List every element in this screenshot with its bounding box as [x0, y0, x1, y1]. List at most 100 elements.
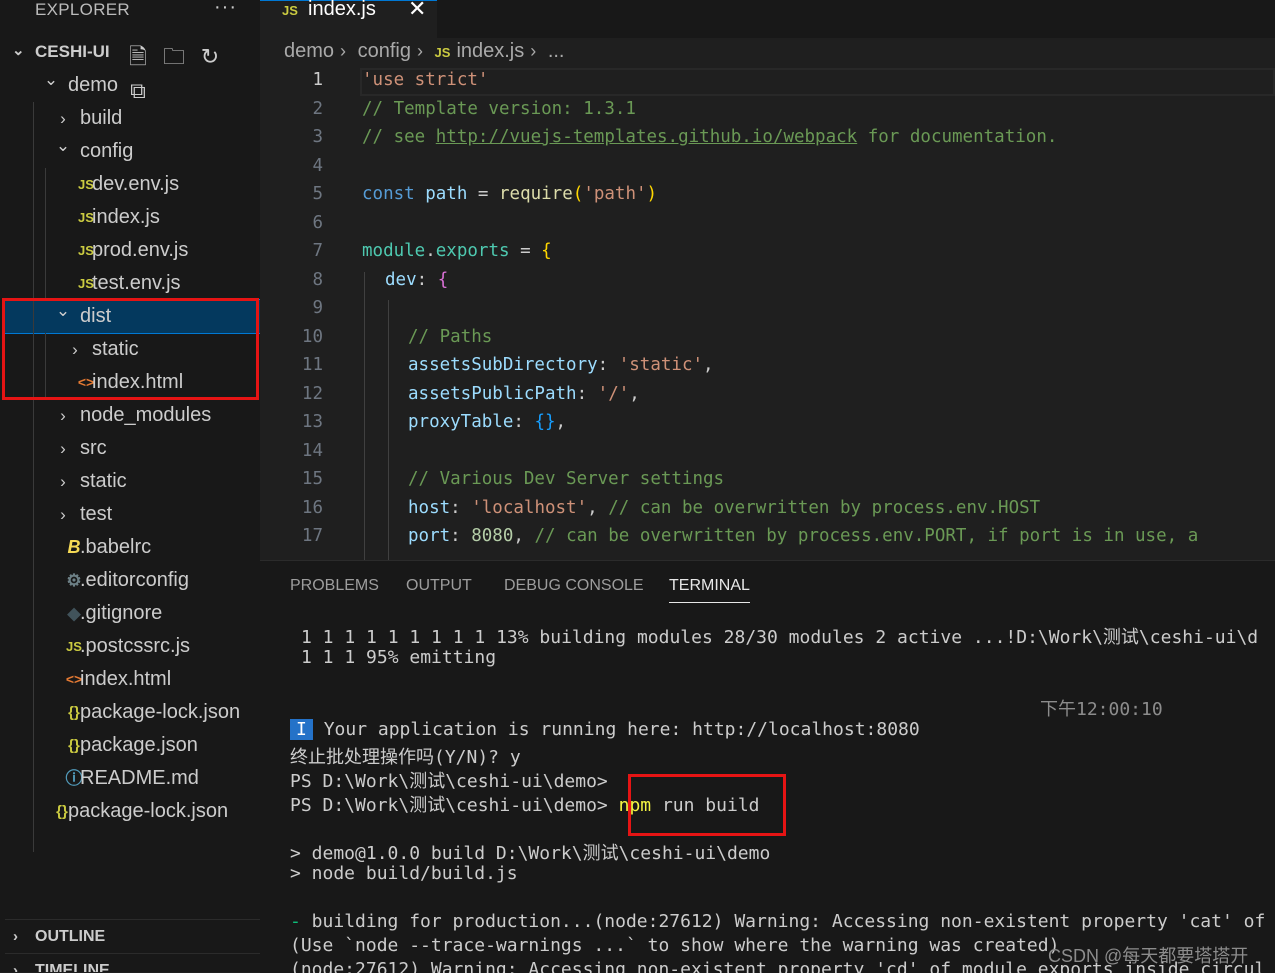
tree-item[interactable]: {} package.json — [5, 729, 260, 762]
current-line-highlight — [360, 68, 1275, 96]
line-number: 4 — [312, 155, 323, 176]
chevron-right-icon: › — [60, 439, 66, 458]
bottom-panel: PROBLEMS OUTPUT DEBUG CONSOLE TERMINAL 1… — [260, 560, 1275, 973]
highlight-box-dist — [2, 298, 259, 400]
tree-item-label: node_modules — [80, 404, 212, 426]
tree-item[interactable]: JS test.env.js — [5, 267, 260, 300]
outline-section[interactable]: › OUTLINE — [5, 919, 260, 954]
line-number: 6 — [312, 212, 323, 233]
chevron-down-icon: ⌄ — [43, 70, 59, 89]
chevron-down-icon: ⌄ — [12, 42, 25, 59]
line-number: 13 — [301, 412, 323, 432]
breadcrumb-index-js[interactable]: index.js — [456, 40, 524, 62]
doc-link[interactable]: http://vuejs-templates.github.io/webpack — [436, 127, 857, 147]
tree-item-label: package.json — [80, 734, 198, 756]
line-number: 5 — [312, 184, 323, 204]
tree-item[interactable]: JS .postcssrc.js — [5, 630, 260, 663]
breadcrumb-config[interactable]: config — [358, 40, 411, 62]
tree-item-label: demo — [68, 74, 119, 96]
tree-item-label: test.env.js — [92, 272, 181, 294]
editor-area: JS index.js ✕ demo › config › JS index.js › … — [260, 0, 1275, 560]
tab-debug-console[interactable]: DEBUG CONSOLE — [504, 577, 644, 595]
explorer-sidebar: EXPLORER ··· ⌄ CESHI-UI 🗎 🗀 ↻⧉ ⌄ demo › build… — [0, 0, 260, 972]
tree-item[interactable]: JS prod.env.js — [5, 234, 260, 267]
tree-item-label: index.html — [80, 668, 172, 690]
tree-indent-guide — [33, 102, 34, 852]
tree-item[interactable]: {} package-lock.json — [5, 795, 260, 828]
code-line-11: assetsSubDirectory: 'static', — [408, 355, 714, 375]
tree-item-label: .gitignore — [80, 602, 163, 624]
chevron-right-icon: › — [60, 472, 66, 491]
tree-item[interactable]: › src — [5, 432, 260, 465]
tree-item-label: prod.env.js — [92, 239, 189, 261]
tree-item[interactable]: JS dev.env.js — [5, 168, 260, 201]
chevron-right-icon: › — [416, 41, 423, 61]
line-number: 16 — [301, 497, 323, 518]
tree-item[interactable]: ⌄ demo — [5, 69, 260, 102]
line-number: 3 — [312, 127, 323, 147]
tab-output[interactable]: OUTPUT — [406, 577, 472, 595]
tree-item-label: index.js — [92, 206, 160, 228]
tree-item[interactable]: <> index.html — [5, 663, 260, 696]
tree-item-label: .editorconfig — [80, 569, 189, 591]
chevron-right-icon: › — [340, 41, 347, 61]
tab-terminal[interactable]: TERMINAL — [669, 577, 750, 603]
tree-item[interactable]: ⌄ config — [5, 135, 260, 168]
line-number: 12 — [301, 383, 323, 404]
tab-label: index.js — [308, 0, 376, 20]
line-number: 2 — [312, 98, 323, 119]
tree-item-label: .babelrc — [80, 536, 152, 558]
line-number: 7 — [312, 241, 323, 261]
tree-item-label: package-lock.json — [68, 800, 229, 822]
chevron-right-icon: › — [530, 41, 537, 61]
tree-item-label: src — [80, 437, 107, 459]
chevron-right-icon: › — [60, 505, 66, 524]
watermark: CSDN @每天都要塔塔开 — [1048, 946, 1249, 966]
indent-guide — [388, 300, 389, 560]
chevron-right-icon: › — [13, 928, 18, 945]
js-file-icon: JS — [434, 45, 451, 60]
tree-item[interactable]: {} package-lock.json — [5, 696, 260, 729]
line-number: 15 — [301, 469, 323, 489]
tree-item[interactable]: › static — [5, 465, 260, 498]
breadcrumb-symbol[interactable]: ... — [548, 40, 565, 62]
terminal-line: (Use `node --trace-warnings ...` to show… — [290, 935, 1060, 956]
tree-item[interactable]: ◆ .gitignore — [5, 597, 260, 630]
tree-item[interactable]: JS index.js — [5, 201, 260, 234]
tree-item[interactable]: ⓘ README.md — [5, 762, 260, 795]
tab-problems[interactable]: PROBLEMS — [290, 577, 379, 595]
terminal-line: > demo@1.0.0 build D:\Work\测试\ceshi-ui\d… — [290, 843, 771, 864]
tree-item[interactable]: B .babelrc — [5, 531, 260, 564]
terminal-line: 1 1 1 95% emitting — [301, 647, 497, 668]
tree-item-label: config — [80, 140, 134, 162]
code-line-10: // Paths — [408, 327, 493, 347]
tree-item-label: package-lock.json — [80, 701, 241, 723]
highlight-box-command — [628, 774, 786, 836]
code-line-5: const path = require('path') — [362, 184, 658, 204]
terminal-line: I Your application is running here: http… — [290, 719, 920, 740]
breadcrumb: demo › config › JS index.js › ... — [284, 40, 570, 63]
tree-item[interactable]: › test — [5, 498, 260, 531]
tree-item[interactable]: ⚙ .editorconfig — [5, 564, 260, 597]
tree-item-label: README.md — [80, 767, 199, 789]
terminal-line: > node build/build.js — [290, 863, 518, 884]
tree-item[interactable]: › build — [5, 102, 260, 135]
line-number: 9 — [312, 298, 323, 318]
tab-index-js[interactable]: JS index.js ✕ — [260, 0, 437, 38]
refresh-icon[interactable]: ↻ — [192, 44, 228, 70]
tree-item-label: build — [80, 107, 123, 129]
more-actions-icon[interactable]: ··· — [214, 0, 237, 19]
terminal-line: 1 1 1 1 1 1 1 1 1 13% building modules 2… — [301, 627, 1259, 648]
breadcrumb-demo[interactable]: demo — [284, 40, 334, 62]
close-icon[interactable]: ✕ — [408, 0, 426, 22]
js-file-icon: JS — [282, 3, 298, 18]
timeline-section[interactable]: › TIMELINE — [5, 953, 260, 972]
code-line-3: // see http://vuejs-templates.github.io/… — [362, 127, 1058, 147]
tree-item[interactable]: › node_modules — [5, 399, 260, 432]
line-number: 14 — [301, 440, 323, 461]
tree-item-label: test — [80, 503, 113, 525]
indent-guide — [364, 272, 365, 560]
chevron-down-icon: ⌄ — [55, 136, 71, 155]
info-badge: I — [290, 719, 313, 740]
code-line-1: 'use strict' — [362, 70, 489, 90]
